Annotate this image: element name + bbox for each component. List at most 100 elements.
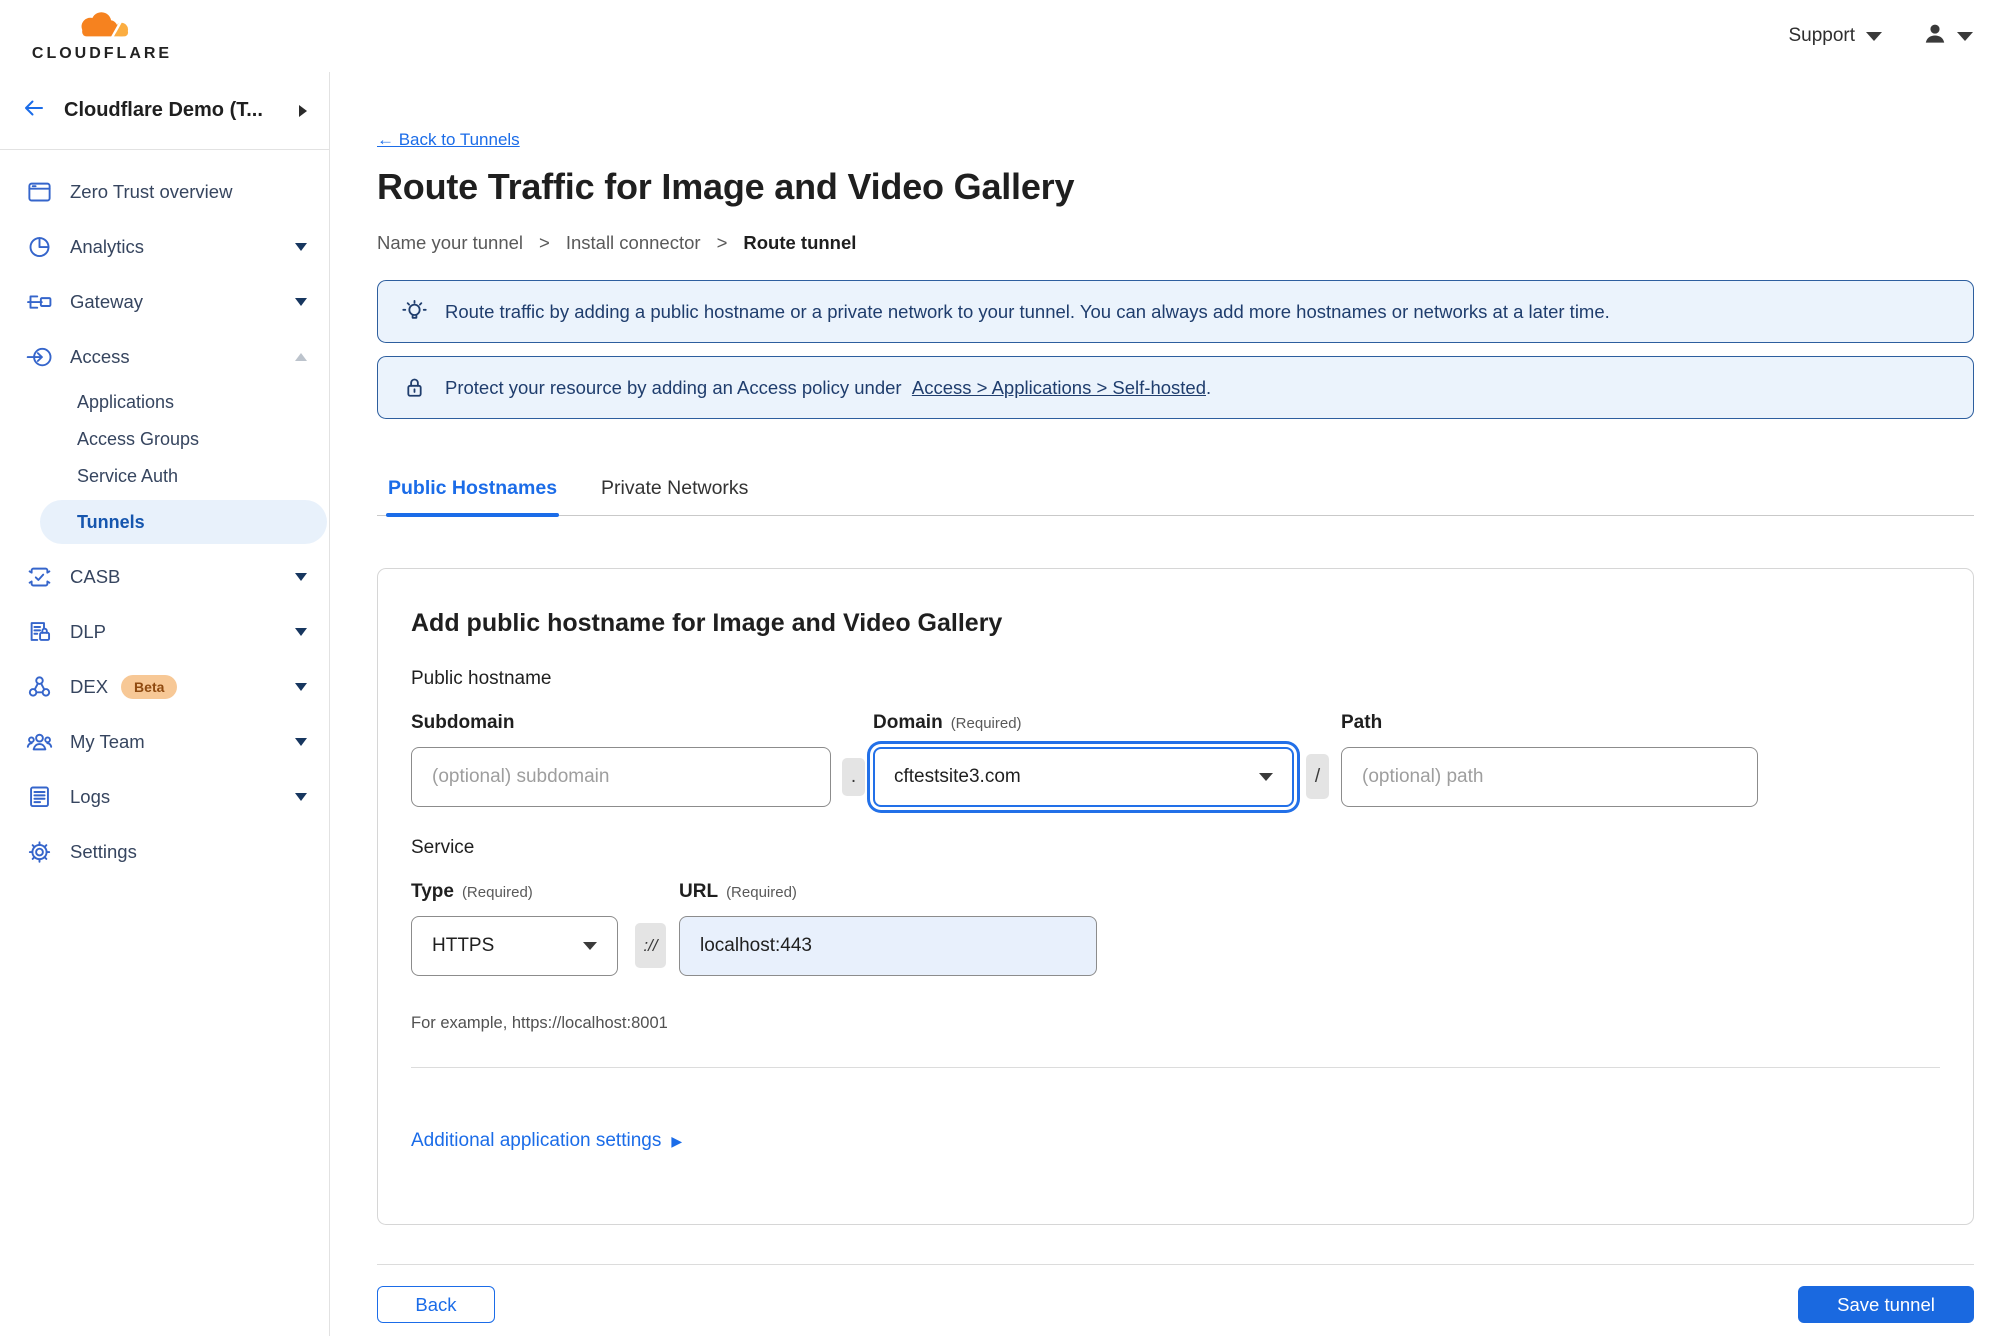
- chevron-down-icon: [1259, 773, 1273, 781]
- sidebar-item-access[interactable]: Access: [0, 329, 329, 384]
- chevron-down-icon: [295, 682, 307, 691]
- service-url-input[interactable]: [679, 916, 1097, 976]
- domain-required-hint: (Required): [950, 715, 1022, 732]
- breadcrumb-step-install-connector: Install connector: [565, 232, 701, 253]
- sidebar-item-label: DEX: [70, 675, 109, 697]
- cloudflare-cloud-icon: [71, 10, 133, 43]
- sidebar-item-dex[interactable]: DEX Beta: [0, 659, 329, 714]
- back-button[interactable]: Back: [377, 1286, 495, 1323]
- tab-private-networks[interactable]: Private Networks: [599, 477, 750, 515]
- chevron-down-icon: [295, 242, 307, 251]
- subdomain-input[interactable]: [411, 747, 831, 807]
- protect-banner-text: Protect your resource by adding an Acces…: [445, 377, 1211, 399]
- user-icon: [1922, 21, 1948, 52]
- document-lock-icon: [26, 618, 53, 645]
- support-menu[interactable]: Support: [1788, 25, 1882, 47]
- sidebar-item-label: CASB: [70, 565, 121, 587]
- sidebar-item-label: Tunnels: [77, 511, 145, 532]
- type-column: Type (Required) HTTPS: [411, 881, 618, 976]
- sidebar-item-label: Logs: [70, 785, 111, 807]
- additional-settings-toggle[interactable]: Additional application settings ▶: [411, 1130, 682, 1152]
- protect-banner: Protect your resource by adding an Acces…: [377, 356, 1974, 419]
- sidebar-item-service-auth[interactable]: Service Auth: [0, 458, 329, 495]
- sidebar-item-label: Zero Trust overview: [70, 180, 233, 202]
- sidebar-item-label: My Team: [70, 730, 145, 752]
- sidebar-item-label: Analytics: [70, 235, 145, 257]
- save-tunnel-button[interactable]: Save tunnel: [1798, 1286, 1974, 1323]
- casb-icon: [26, 563, 53, 590]
- domain-column: Domain (Required) cftestsite3.com: [873, 712, 1294, 807]
- chevron-down-icon: [295, 627, 307, 636]
- beta-badge: Beta: [121, 674, 178, 699]
- sidebar: Cloudflare Demo (T... Zero Trust overvie…: [0, 72, 330, 1336]
- back-to-tunnels-link[interactable]: ← Back to Tunnels: [377, 130, 520, 150]
- expand-right-icon: ▶: [671, 1132, 683, 1149]
- chevron-up-icon: [295, 352, 307, 361]
- sidebar-item-analytics[interactable]: Analytics: [0, 219, 329, 274]
- breadcrumb-separator: >: [716, 232, 728, 253]
- protocol-separator: ://: [635, 923, 666, 968]
- public-hostname-card: Add public hostname for Image and Video …: [377, 568, 1974, 1225]
- path-input[interactable]: [1341, 747, 1758, 807]
- protect-banner-prefix: Protect your resource by adding an Acces…: [445, 376, 902, 398]
- access-applications-self-hosted-link[interactable]: Access > Applications > Self-hosted: [912, 377, 1206, 398]
- account-switcher[interactable]: Cloudflare Demo (T...: [0, 72, 329, 150]
- url-example-hint: For example, https://localhost:8001: [411, 1014, 668, 1032]
- domain-select[interactable]: cftestsite3.com: [873, 747, 1294, 807]
- service-section-label: Service: [411, 837, 475, 858]
- gateway-icon: [26, 288, 53, 315]
- tip-banner-text: Route traffic by adding a public hostnam…: [445, 300, 1610, 322]
- back-arrow-icon[interactable]: [22, 96, 46, 125]
- pie-chart-icon: [26, 233, 53, 260]
- tab-bar: Public Hostnames Private Networks: [377, 477, 1974, 517]
- sidebar-item-casb[interactable]: CASB: [0, 549, 329, 604]
- tip-banner: Route traffic by adding a public hostnam…: [377, 280, 1974, 343]
- sidebar-item-label: Settings: [70, 840, 137, 862]
- footer-divider: [377, 1264, 1974, 1265]
- sidebar-item-logs[interactable]: Logs: [0, 769, 329, 824]
- domain-select-value: cftestsite3.com: [894, 766, 1021, 787]
- sidebar-item-settings[interactable]: Settings: [0, 824, 329, 879]
- url-column: URL (Required): [679, 881, 1097, 976]
- breadcrumb-separator: >: [539, 232, 550, 253]
- tab-public-hostnames[interactable]: Public Hostnames: [386, 477, 560, 517]
- type-label-text: Type: [411, 881, 454, 902]
- sidebar-item-access-groups[interactable]: Access Groups: [0, 421, 329, 458]
- sidebar-item-dlp[interactable]: DLP: [0, 604, 329, 659]
- chevron-down-icon: [295, 737, 307, 746]
- service-type-select[interactable]: HTTPS: [411, 916, 618, 976]
- network-nodes-icon: [26, 673, 53, 700]
- footer-actions: Back Save tunnel: [377, 1286, 1974, 1323]
- team-icon: [26, 728, 53, 755]
- sidebar-item-applications[interactable]: Applications: [0, 384, 329, 421]
- path-label-text: Path: [1341, 712, 1383, 733]
- support-label: Support: [1788, 25, 1855, 46]
- sidebar-item-label: Access: [70, 345, 130, 367]
- cloudflare-logo[interactable]: CLOUDFLARE: [26, 10, 178, 63]
- chevron-down-icon: [1957, 31, 1973, 41]
- account-menu[interactable]: [1922, 21, 1973, 52]
- type-required-hint: (Required): [461, 884, 533, 901]
- sidebar-item-zero-trust-overview[interactable]: Zero Trust overview: [0, 164, 329, 219]
- card-divider: [411, 1067, 1940, 1068]
- breadcrumb-step-route-tunnel: Route tunnel: [743, 232, 857, 253]
- domain-label: Domain (Required): [873, 712, 1294, 734]
- main-content: ← Back to Tunnels Route Traffic for Imag…: [330, 72, 1999, 1336]
- sidebar-item-label: Service Auth: [77, 466, 179, 486]
- sidebar-item-my-team[interactable]: My Team: [0, 714, 329, 769]
- chevron-down-icon: [295, 572, 307, 581]
- sidebar-nav: Zero Trust overview Analytics Gateway Ac…: [0, 150, 329, 879]
- service-type-value: HTTPS: [432, 935, 495, 956]
- additional-settings-label: Additional application settings: [411, 1130, 662, 1151]
- list-icon: [26, 783, 53, 810]
- chevron-right-icon[interactable]: [299, 104, 307, 117]
- sidebar-item-label: DLP: [70, 620, 106, 642]
- protect-banner-suffix: .: [1206, 376, 1212, 398]
- sidebar-item-tunnels[interactable]: Tunnels: [40, 500, 327, 544]
- public-hostname-section-label: Public hostname: [411, 668, 552, 689]
- path-column: Path: [1341, 712, 1758, 807]
- service-field-row: Type (Required) HTTPS :// URL (Required): [411, 881, 1940, 976]
- dot-separator: .: [842, 758, 865, 796]
- sidebar-item-gateway[interactable]: Gateway: [0, 274, 329, 329]
- breadcrumb: Name your tunnel > Install connector > R…: [377, 232, 1974, 254]
